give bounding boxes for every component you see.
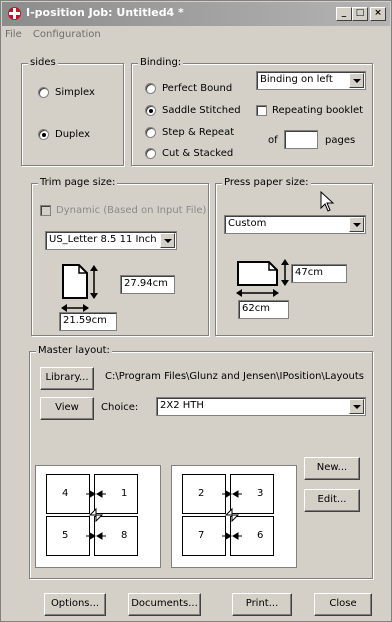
choice-label: Choice: [101,402,139,413]
cut-stacked-label[interactable]: Cut & Stacked [162,148,233,159]
print-button[interactable]: Print... [232,593,292,616]
menu-file[interactable]: File [5,29,22,40]
trim-width-input[interactable]: 21.59cm [59,312,117,331]
step-repeat-radio[interactable] [145,127,156,138]
job-window: I-position Job: Untitled4 * _ □ × File C… [0,0,392,622]
fold-arrows-icon [222,490,242,540]
layout-choice-value: 2X2 HTH [160,400,204,411]
sides-group: sides Simplex Duplex [21,57,124,166]
master-legend: Master layout: [36,345,112,356]
repeating-booklet-label[interactable]: Repeating booklet [272,105,363,116]
menu-configuration[interactable]: Configuration [33,29,101,40]
press-width-input[interactable]: 62cm [238,300,289,319]
dynamic-size-label: Dynamic (Based on Input File) [56,205,207,216]
press-height-input[interactable]: 47cm [291,264,347,283]
trim-size-group: Trim page size: Dynamic (Based on Input … [31,177,209,336]
menu-bar: File Configuration [5,29,109,40]
simplex-radio[interactable] [38,87,49,98]
pages-label: pages [325,135,356,146]
press-size-value: Custom [228,218,267,229]
sheet-preview-2: 2 3 7 6 [171,465,297,568]
chevron-down-icon[interactable] [349,399,364,414]
cut-stacked-radio[interactable] [145,148,156,159]
minimize-button[interactable]: _ [336,7,352,21]
binding-group: Binding: Perfect Bound Saddle Stitched S… [131,57,373,166]
window-title: I-position Job: Untitled4 * [26,6,184,19]
close-window-button[interactable]: × [370,7,386,21]
saddle-stitched-label[interactable]: Saddle Stitched [162,105,241,116]
title-bar[interactable]: I-position Job: Untitled4 * _ □ × [2,2,390,26]
library-path: C:\Program Files\Glunz and Jensen\IPosit… [105,371,364,382]
binding-legend: Binding: [138,57,184,68]
press-legend: Press paper size: [222,177,311,188]
binding-position-value: Binding on left [260,74,333,85]
of-label: of [268,135,278,146]
dynamic-size-checkbox[interactable] [40,205,51,216]
new-layout-button[interactable]: New... [304,457,360,480]
maximize-button[interactable]: □ [352,7,368,21]
sides-legend: sides [28,57,58,68]
portrait-page-icon [61,264,98,312]
fold-arrows-icon [86,490,106,540]
layout-choice-select[interactable]: 2X2 HTH [156,397,366,416]
library-button[interactable]: Library... [40,367,94,390]
trim-legend: Trim page size: [38,177,118,188]
duplex-label[interactable]: Duplex [55,129,90,140]
press-size-group: Press paper size: Custom 47cm 62cm [215,177,373,336]
press-size-select[interactable]: Custom [224,215,366,234]
trim-height-input[interactable]: 27.94cm [120,275,175,294]
close-button[interactable]: Close [314,593,372,616]
trim-size-select[interactable]: US_Letter 8.5 11 Inch [45,231,177,250]
simplex-label[interactable]: Simplex [55,87,95,98]
saddle-stitched-radio[interactable] [145,105,156,116]
master-layout-group: Master layout: Library... C:\Program Fil… [29,345,373,579]
perfect-bound-radio[interactable] [145,83,156,94]
edit-layout-button[interactable]: Edit... [304,489,360,512]
app-icon [8,7,21,20]
options-button[interactable]: Options... [44,593,106,616]
duplex-radio[interactable] [38,129,49,140]
sheet-preview-1: 4 1 5 8 [35,465,161,568]
chevron-down-icon[interactable] [349,217,364,232]
documents-button[interactable]: Documents... [128,593,201,616]
mouse-cursor-icon [320,191,335,212]
perfect-bound-label[interactable]: Perfect Bound [162,83,232,94]
booklet-pages-input[interactable] [284,130,318,149]
chevron-down-icon[interactable] [160,233,175,248]
chevron-down-icon[interactable] [349,73,364,88]
repeating-booklet-checkbox[interactable] [256,105,267,116]
binding-position-select[interactable]: Binding on left [256,71,366,90]
step-repeat-label[interactable]: Step & Repeat [162,127,234,138]
view-button[interactable]: View [40,397,94,420]
trim-size-value: US_Letter 8.5 11 Inch [49,234,157,245]
